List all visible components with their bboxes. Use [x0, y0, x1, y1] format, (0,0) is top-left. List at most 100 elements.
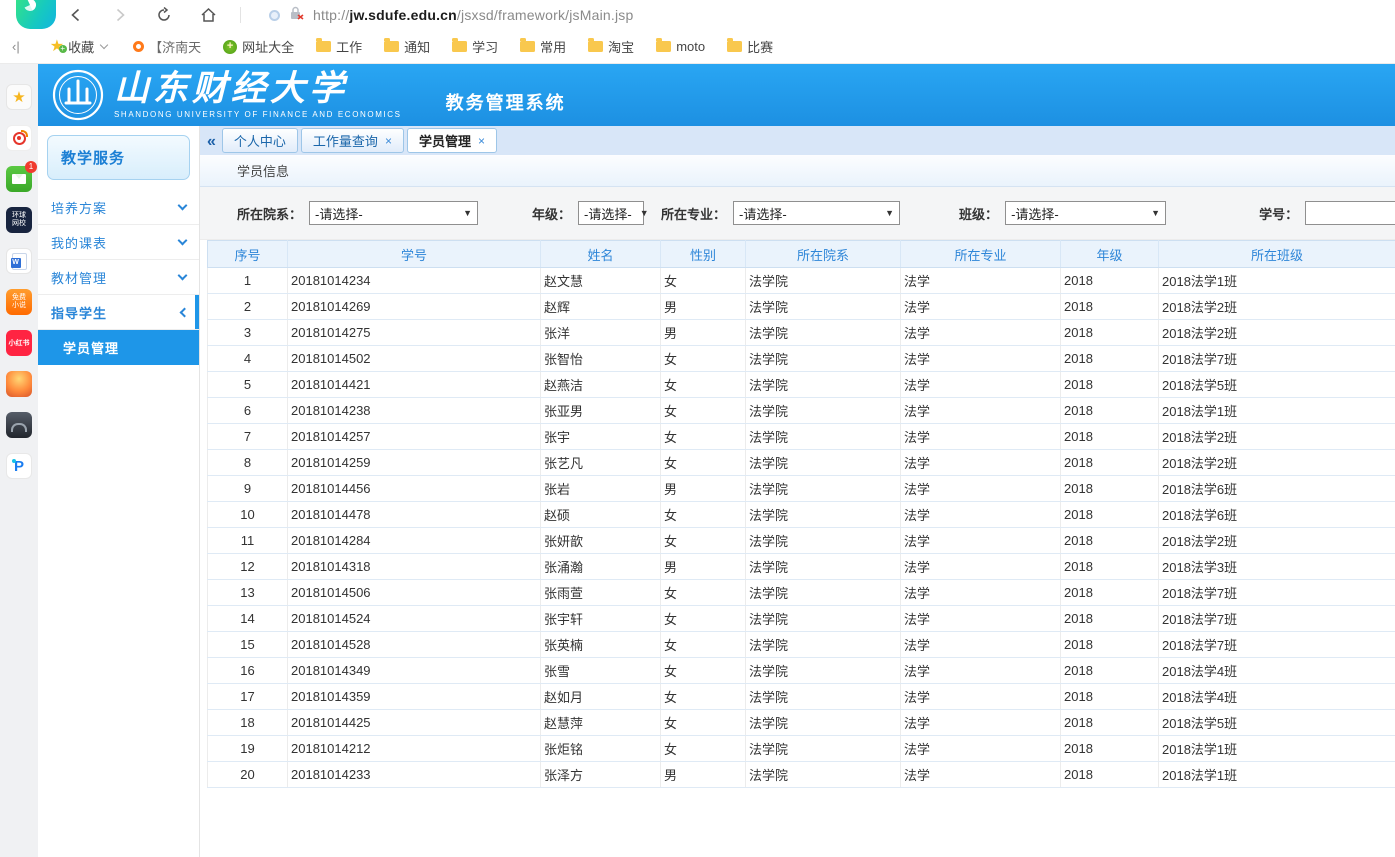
menu-item-training-plan[interactable]: 培养方案 [38, 190, 199, 225]
address-bar[interactable]: http://jw.sdufe.edu.cn/jsxsd/framework/j… [269, 6, 633, 25]
bookmark-folder[interactable]: 工作 [316, 37, 362, 56]
forward-icon[interactable] [110, 5, 130, 25]
xiaohongshu-icon[interactable]: 小红书 [6, 330, 32, 356]
word-document-icon[interactable] [6, 248, 32, 274]
table-cell: 2018 [1061, 268, 1159, 294]
menu-item-label: 培养方案 [51, 198, 107, 217]
students-table: 序号学号姓名性别所在院系所在专业年级所在班级 120181014234赵文慧女法… [207, 240, 1395, 788]
grade-select[interactable]: -请选择- ▼ [578, 201, 644, 225]
table-cell: 2018 [1061, 736, 1159, 762]
sidebar-favorites-icon[interactable]: ★ [6, 84, 32, 110]
table-cell: 张宇 [541, 424, 661, 450]
table-cell: 女 [661, 502, 746, 528]
table-row: 1320181014506张雨萱女法学院法学20182018法学7班 [208, 580, 1395, 606]
column-header: 所在专业 [901, 241, 1061, 268]
weibo-eye-glyph [13, 132, 26, 145]
url-text[interactable]: http://jw.sdufe.edu.cn/jsxsd/framework/j… [313, 7, 633, 23]
bookmark-folder[interactable]: 通知 [384, 37, 430, 56]
menu-item-label: 指导学生 [51, 303, 107, 322]
table-cell: 16 [208, 658, 288, 684]
submenu-item-student-management[interactable]: 学员管理 [38, 330, 199, 365]
table-cell: 法学 [901, 528, 1061, 554]
class-select[interactable]: -请选择- ▼ [1005, 201, 1166, 225]
menu-item-guide-students[interactable]: 指导学生 [38, 295, 199, 330]
table-cell: 20181014349 [288, 658, 541, 684]
chevron-left-icon [180, 307, 190, 317]
table-cell: 5 [208, 372, 288, 398]
p-app-icon[interactable]: P [6, 453, 32, 479]
column-header: 年级 [1061, 241, 1159, 268]
class-label: 班级： [959, 204, 998, 223]
bookmark-folders: 工作 通知 学习 常用 淘宝 moto 比赛 [316, 37, 773, 56]
table-cell: 法学 [901, 632, 1061, 658]
close-icon[interactable]: × [478, 134, 485, 148]
insecure-lock-icon[interactable] [289, 6, 304, 25]
bookmark-folder[interactable]: 比赛 [727, 37, 773, 56]
huanqiu-wangxiao-icon[interactable]: 环球网校 [6, 207, 32, 233]
table-cell: 2018 [1061, 528, 1159, 554]
mail-icon[interactable]: 1 [6, 166, 32, 192]
table-cell: 法学 [901, 294, 1061, 320]
table-cell: 2018法学2班 [1159, 320, 1395, 346]
column-header: 所在班级 [1159, 241, 1395, 268]
table-cell: 女 [661, 372, 746, 398]
bookmarks-collapse-icon[interactable]: ‹| [12, 39, 20, 54]
tab-workload-query[interactable]: 工作量查询 × [301, 128, 404, 153]
table-cell: 法学 [901, 320, 1061, 346]
p-label: P [14, 458, 24, 475]
refresh-icon[interactable] [154, 5, 174, 25]
word-glyph [12, 253, 27, 270]
favorites-button[interactable]: ★ + 收藏 [50, 37, 107, 56]
reader-mode-icon[interactable] [269, 10, 280, 21]
close-icon[interactable]: × [385, 134, 392, 148]
browser-logo-icon[interactable] [16, 0, 56, 29]
browser-toolbar: http://jw.sdufe.edu.cn/jsxsd/framework/j… [0, 0, 1395, 30]
table-cell: 法学院 [746, 528, 901, 554]
table-cell: 9 [208, 476, 288, 502]
table-cell: 1 [208, 268, 288, 294]
table-cell: 2018 [1061, 554, 1159, 580]
bookmark-folder[interactable]: moto [656, 39, 705, 54]
table-cell: 法学院 [746, 398, 901, 424]
university-name-cn: 山东财经大学 [114, 71, 402, 108]
tabs-collapse-icon[interactable]: « [207, 133, 216, 151]
table-cell: 20181014275 [288, 320, 541, 346]
department-select[interactable]: -请选择- ▼ [309, 201, 478, 225]
table-cell: 法学院 [746, 502, 901, 528]
table-row: 420181014502张智怡女法学院法学20182018法学7班 [208, 346, 1395, 372]
major-select[interactable]: -请选择- ▼ [733, 201, 900, 225]
bookmark-jinan[interactable]: 【济南天 [133, 37, 201, 56]
menu-item-label: 教材管理 [51, 268, 107, 287]
back-icon[interactable] [66, 5, 86, 25]
xhs-label: 小红书 [9, 338, 30, 348]
bookmark-folder[interactable]: 淘宝 [588, 37, 634, 56]
folder-icon [452, 41, 467, 52]
university-name-en: SHANDONG UNIVERSITY OF FINANCE AND ECONO… [114, 110, 402, 119]
table-row: 1220181014318张涌瀚男法学院法学20182018法学3班 [208, 554, 1395, 580]
table-cell: 2018法学1班 [1159, 762, 1395, 788]
pubg-game-icon[interactable] [6, 412, 32, 438]
menu-item-my-timetable[interactable]: 我的课表 [38, 225, 199, 260]
table-row: 1620181014349张雪女法学院法学20182018法学4班 [208, 658, 1395, 684]
column-header: 序号 [208, 241, 288, 268]
table-cell: 张亚男 [541, 398, 661, 424]
weibo-icon[interactable] [6, 125, 32, 151]
menu-item-textbook-management[interactable]: 教材管理 [38, 260, 199, 295]
bookmark-nav-site[interactable]: + 网址大全 [223, 37, 294, 56]
table-row: 1120181014284张妍歆女法学院法学20182018法学2班 [208, 528, 1395, 554]
game-icon[interactable] [6, 371, 32, 397]
table-cell: 17 [208, 684, 288, 710]
table-cell: 张宇轩 [541, 606, 661, 632]
folder-icon [656, 41, 671, 52]
home-icon[interactable] [198, 5, 218, 25]
bookmark-folder[interactable]: 学习 [452, 37, 498, 56]
column-header: 性别 [661, 241, 746, 268]
student-id-input[interactable] [1305, 201, 1395, 225]
tab-student-management[interactable]: 学员管理 × [407, 128, 497, 153]
column-header: 姓名 [541, 241, 661, 268]
bookmark-folder[interactable]: 常用 [520, 37, 566, 56]
free-novel-icon[interactable]: 免费小说 [6, 289, 32, 315]
table-cell: 20181014238 [288, 398, 541, 424]
tab-personal-center[interactable]: 个人中心 [222, 128, 298, 153]
table-cell: 男 [661, 320, 746, 346]
